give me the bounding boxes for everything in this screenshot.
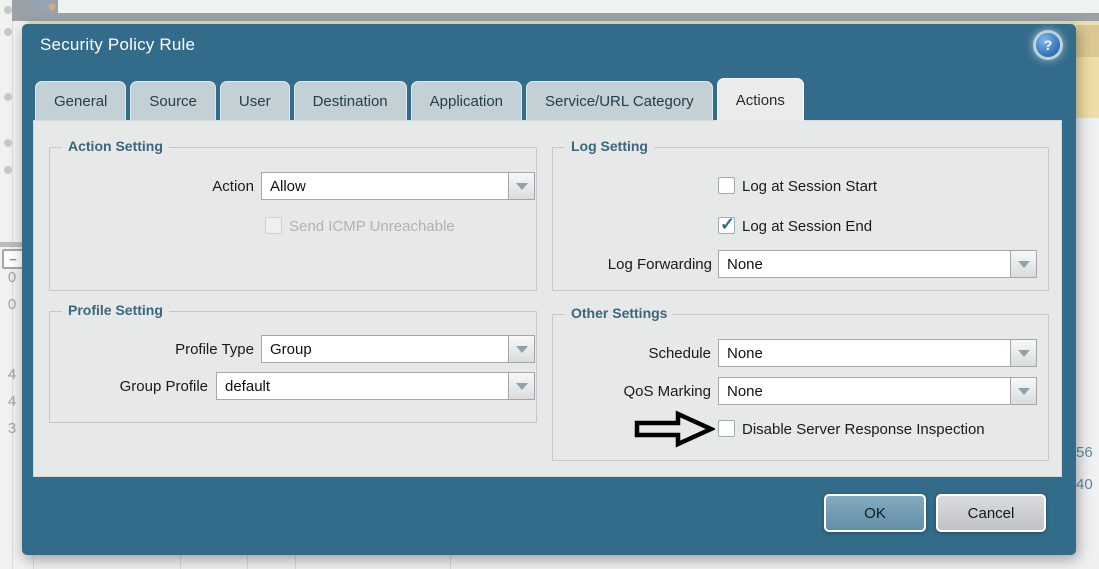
group-profile-dropdown[interactable]: default (216, 372, 535, 400)
security-policy-rule-dialog: Security Policy Rule ? General Source Us… (22, 24, 1076, 555)
background-tan-band-dark (1076, 25, 1099, 57)
background-table-row (28, 555, 1099, 569)
table-column-line (33, 555, 34, 569)
table-column-line (180, 555, 181, 569)
table-column-line (450, 555, 451, 569)
qos-marking-dropdown[interactable]: None (718, 377, 1037, 405)
dropdown-button[interactable] (508, 173, 534, 199)
table-column-line (247, 555, 248, 569)
chevron-down-icon (1018, 350, 1030, 357)
log-at-session-start-label: Log at Session Start (742, 178, 877, 195)
disable-server-response-inspection-checkbox[interactable] (718, 420, 735, 437)
dropdown-button[interactable] (508, 336, 534, 362)
background-strip (58, 0, 1099, 13)
qos-marking-dropdown-value: None (719, 378, 1010, 404)
profile-setting-group: Profile Setting (49, 311, 537, 423)
log-at-session-start-checkbox[interactable] (718, 177, 735, 194)
row-number: 3 (0, 420, 24, 437)
cursor-icon (30, 0, 58, 11)
log-at-session-end-label: Log at Session End (742, 218, 872, 235)
table-column-line (295, 555, 296, 569)
check-icon: ✓ (720, 214, 735, 235)
dropdown-button[interactable] (1010, 378, 1036, 404)
minus-icon: − (9, 253, 17, 266)
row-number: 0 (0, 269, 24, 286)
action-dropdown[interactable]: Allow (261, 172, 535, 200)
dropdown-button[interactable] (1010, 340, 1036, 366)
chevron-down-icon (516, 383, 528, 390)
profile-type-dropdown[interactable]: Group (261, 335, 535, 363)
dialog-title: Security Policy Rule (40, 35, 195, 55)
group-legend: Action Setting (62, 138, 169, 154)
send-icmp-unreachable-checkbox (265, 217, 282, 234)
group-legend: Log Setting (565, 138, 654, 154)
tab-source[interactable]: Source (130, 81, 216, 121)
row-number: 4 (0, 366, 24, 383)
collapse-minus-button[interactable]: − (2, 249, 24, 269)
port-number: 40 (1076, 476, 1098, 493)
chevron-down-icon (1018, 261, 1030, 268)
chevron-down-icon (1018, 388, 1030, 395)
action-label: Action (94, 178, 254, 195)
chevron-down-icon (516, 346, 528, 353)
log-forwarding-label: Log Forwarding (572, 256, 712, 273)
group-legend: Other Settings (565, 305, 673, 321)
group-profile-dropdown-value: default (217, 373, 508, 399)
dialog-tab-bar: General Source User Destination Applicat… (35, 78, 804, 121)
send-icmp-unreachable-label: Send ICMP Unreachable (289, 218, 455, 235)
tab-destination[interactable]: Destination (294, 81, 407, 121)
qos-marking-label: QoS Marking (571, 383, 711, 400)
background-toolbar (12, 0, 58, 13)
log-at-session-end-checkbox[interactable]: ✓ (718, 217, 735, 234)
bullet-icon (4, 28, 12, 36)
tab-actions[interactable]: Actions (717, 78, 804, 121)
tab-user[interactable]: User (220, 81, 290, 121)
schedule-dropdown[interactable]: None (718, 339, 1037, 367)
row-number: 4 (0, 393, 24, 410)
tab-service-url-category[interactable]: Service/URL Category (526, 81, 713, 121)
profile-type-dropdown-value: Group (262, 336, 508, 362)
actions-tab-panel: Action Setting Log Setting Profile Setti… (33, 120, 1062, 477)
schedule-label: Schedule (571, 345, 711, 362)
tab-general[interactable]: General (35, 81, 126, 121)
schedule-dropdown-value: None (719, 340, 1010, 366)
port-number: 56 (1076, 444, 1098, 461)
disable-server-response-inspection-label: Disable Server Response Inspection (742, 421, 985, 438)
annotation-arrow-icon (633, 410, 715, 448)
log-forwarding-dropdown[interactable]: None (718, 250, 1037, 278)
dropdown-button[interactable] (1010, 251, 1036, 277)
tab-application[interactable]: Application (411, 81, 522, 121)
group-profile-label: Group Profile (48, 378, 208, 395)
dropdown-button[interactable] (508, 373, 534, 399)
background-gray-bar (12, 13, 1099, 21)
ok-button[interactable]: OK (824, 494, 926, 532)
log-forwarding-dropdown-value: None (719, 251, 1010, 277)
chevron-down-icon (516, 183, 528, 190)
bullet-icon (4, 139, 12, 147)
row-number: 0 (0, 296, 24, 313)
background-tan-band-light (1076, 57, 1099, 118)
cancel-button[interactable]: Cancel (936, 494, 1046, 532)
profile-type-label: Profile Type (94, 341, 254, 358)
group-legend: Profile Setting (62, 302, 169, 318)
bullet-icon (4, 93, 12, 101)
bullet-icon (4, 6, 12, 14)
help-icon[interactable]: ? (1036, 33, 1060, 57)
bullet-icon (4, 166, 12, 174)
action-dropdown-value: Allow (262, 173, 508, 199)
